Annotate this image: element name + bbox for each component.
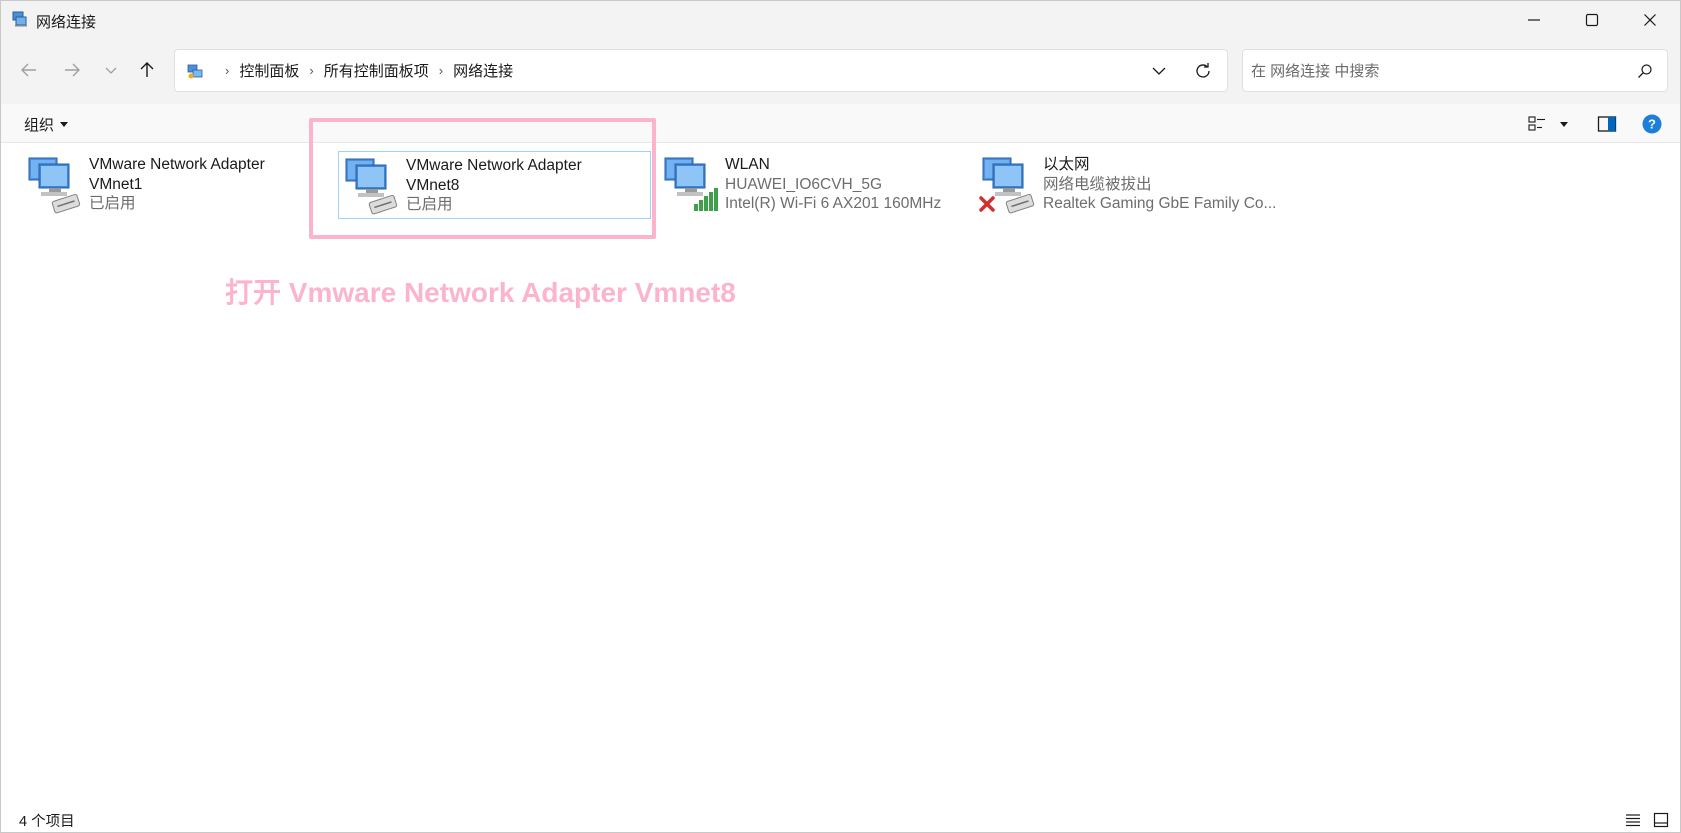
list-item-vmnet1[interactable]: VMware Network Adapter VMnet1 已启用	[22, 151, 312, 219]
item-name: VMware Network Adapter	[89, 156, 265, 173]
ethernet-disconnected-icon	[979, 157, 1035, 214]
breadcrumb-control-panel[interactable]: 控制面板	[239, 60, 299, 81]
recent-locations-button[interactable]	[96, 55, 126, 85]
search-icon[interactable]	[1637, 63, 1653, 79]
arrow-right-icon	[65, 63, 80, 77]
command-bar: 组织 ?	[1, 104, 1680, 143]
back-button[interactable]	[14, 55, 44, 85]
large-icons-view-icon[interactable]	[1653, 812, 1669, 828]
item-device: Intel(R) Wi-Fi 6 AX201 160MHz	[725, 195, 942, 212]
control-panel-icon	[187, 64, 203, 78]
preview-pane-button[interactable]	[1597, 113, 1617, 135]
wifi-adapter-icon	[664, 157, 718, 211]
caret-down-icon	[60, 122, 69, 127]
maximize-icon	[1585, 13, 1599, 27]
breadcrumb-separator: ›	[309, 63, 314, 78]
network-connections-app-icon	[12, 11, 27, 27]
breadcrumb-all-items[interactable]: 所有控制面板项	[324, 60, 429, 81]
minimize-icon	[1528, 19, 1540, 21]
annotation-text: 打开 Vmware Network Adapter Vmnet8	[225, 277, 736, 308]
preview-pane-icon	[1597, 116, 1617, 132]
address-dropdown-icon[interactable]	[1151, 63, 1167, 79]
help-button[interactable]: ?	[1642, 113, 1662, 135]
svg-text:?: ?	[1648, 117, 1656, 132]
minimize-button[interactable]	[1505, 1, 1563, 39]
navigation-bar: › 控制面板 › 所有控制面板项 › 网络连接	[1, 39, 1680, 104]
item-texts: VMware Network Adapter VMnet1 已启用	[89, 155, 265, 214]
title-bar: 网络连接	[1, 1, 1680, 39]
arrow-left-icon	[21, 63, 36, 77]
forward-button[interactable]	[57, 55, 87, 85]
search-input[interactable]	[1251, 58, 1611, 84]
item-network-name: HUAWEI_IO6CVH_5G	[725, 175, 883, 193]
item-name: 以太网	[1043, 156, 1090, 173]
help-icon: ?	[1642, 114, 1662, 134]
list-item-ethernet[interactable]: 以太网 网络电缆被拔出 Realtek Gaming GbE Family Co…	[976, 151, 1296, 219]
item-texts: 以太网 网络电缆被拔出 Realtek Gaming GbE Family Co…	[1043, 155, 1276, 214]
details-view-icon[interactable]	[1625, 812, 1641, 828]
search-box[interactable]	[1242, 49, 1668, 92]
refresh-icon[interactable]	[1193, 61, 1213, 81]
network-adapter-icon	[28, 157, 81, 214]
item-name-line2: VMnet1	[89, 175, 143, 193]
breadcrumb: › 控制面板 › 所有控制面板项 › 网络连接	[187, 50, 513, 91]
item-status: 网络电缆被拔出	[1043, 175, 1152, 193]
chevron-down-icon	[105, 67, 117, 74]
caret-down-icon	[1560, 121, 1568, 127]
view-options-icon	[1528, 116, 1545, 131]
change-view-button[interactable]	[1528, 113, 1568, 135]
window-title: 网络连接	[36, 14, 97, 31]
address-bar[interactable]: › 控制面板 › 所有控制面板项 › 网络连接	[174, 49, 1228, 92]
breadcrumb-network-connections[interactable]: 网络连接	[453, 60, 513, 81]
breadcrumb-separator: ›	[438, 63, 444, 78]
item-status: 已启用	[89, 195, 136, 212]
arrow-up-icon	[140, 62, 154, 77]
organize-button[interactable]: 组织	[24, 114, 69, 135]
close-button[interactable]	[1621, 1, 1679, 39]
network-connections-window: 网络连接 › 控制面板 › 所有控制面板项 › 网络连接 在 网络连接 中搜索 …	[0, 0, 1681, 833]
status-bar: 4 个项目	[1, 806, 1680, 833]
item-count: 4 个项目	[19, 814, 75, 830]
breadcrumb-separator: ›	[225, 63, 230, 78]
maximize-button[interactable]	[1563, 1, 1621, 39]
close-icon	[1644, 14, 1656, 26]
up-button[interactable]	[132, 55, 162, 85]
annotation-highlight-box	[309, 118, 656, 239]
organize-label: 组织	[24, 117, 55, 134]
item-name: WLAN	[725, 156, 770, 173]
item-texts: WLAN HUAWEI_IO6CVH_5G Intel(R) Wi-Fi 6 A…	[725, 155, 941, 214]
list-item-wlan[interactable]: WLAN HUAWEI_IO6CVH_5G Intel(R) Wi-Fi 6 A…	[658, 151, 958, 219]
item-device: Realtek Gaming GbE Family Co...	[1043, 195, 1277, 212]
